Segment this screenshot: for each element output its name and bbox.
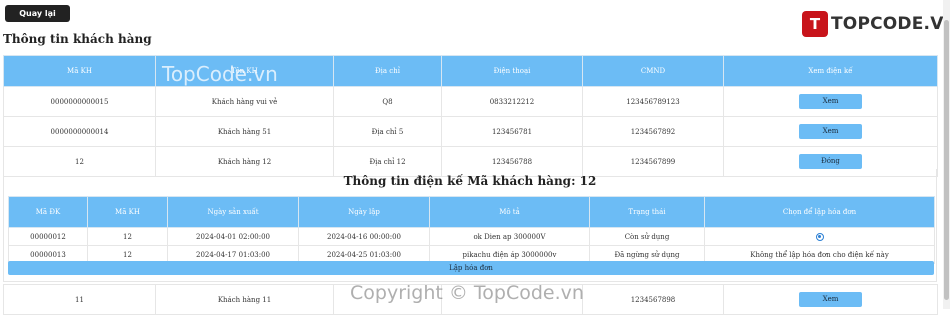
cell-customer-id: 0000000000014: [3, 116, 156, 147]
cell-meter-id: 00000012: [8, 227, 88, 246]
cell-address: [333, 284, 442, 315]
column-header-select-invoice: Chọn để lập hóa đơn: [704, 196, 935, 228]
meter-info-section: Thông tin điện kế Mã khách hàng: 12 Mã Đ…: [3, 169, 937, 282]
logo-text: TOPCODE.VN: [831, 14, 950, 34]
topcode-logo: T TOPCODE.VN: [802, 10, 950, 38]
cell-customer-id: 0000000000015: [3, 86, 156, 117]
view-meter-button[interactable]: Xem: [799, 94, 862, 109]
vertical-scrollbar[interactable]: [943, 0, 950, 309]
column-header-view-meter: Xem điện kế: [723, 55, 938, 87]
view-meter-button[interactable]: Xem: [799, 124, 862, 139]
cell-action: Xem: [723, 284, 938, 315]
table-row: 11 Khách hàng 11 1234567898 Xem: [3, 284, 938, 315]
customer-table-continued: 11 Khách hàng 11 1234567898 Xem: [3, 284, 938, 315]
view-meter-button[interactable]: Xem: [799, 292, 862, 307]
column-header-production-date: Ngày sản xuất: [167, 196, 299, 228]
cell-select: [704, 227, 935, 246]
meter-section-title: Thông tin điện kế Mã khách hàng: 12: [343, 174, 597, 188]
column-header-cmnd: CMND: [582, 55, 724, 87]
create-invoice-button[interactable]: Lập hóa đơn: [8, 261, 934, 275]
cell-cmnd: 1234567892: [582, 116, 724, 147]
table-row: 0000000000015 Khách hàng vui vẻ Q8 08332…: [3, 86, 938, 117]
scrollbar-thumb[interactable]: [944, 20, 949, 300]
customer-table: Mã KH Tên KH Địa chỉ Điện thoại CMND Xem…: [3, 55, 938, 177]
table-row: 0000000000014 Khách hàng 51 Địa chỉ 5 12…: [3, 116, 938, 147]
column-header-customer-id: Mã KH: [87, 196, 168, 228]
cell-customer-name: Khách hàng 51: [155, 116, 334, 147]
cell-cmnd: 1234567898: [582, 284, 724, 315]
select-meter-radio[interactable]: [815, 232, 824, 241]
meter-table: Mã ĐK Mã KH Ngày sản xuất Ngày lập Mô tả…: [8, 196, 935, 264]
customer-table-header: Mã KH Tên KH Địa chỉ Điện thoại CMND Xem…: [3, 55, 938, 87]
cell-customer-id: 12: [87, 227, 168, 246]
column-header-customer-id: Mã KH: [3, 55, 156, 87]
cell-action: Xem: [723, 86, 938, 117]
back-button[interactable]: Quay lại: [5, 5, 70, 22]
table-row: 00000012 12 2024-04-01 02:00:00 2024-04-…: [8, 227, 935, 246]
column-header-status: Trạng thái: [589, 196, 705, 228]
cell-address: Q8: [333, 86, 442, 117]
column-header-description: Mô tả: [429, 196, 590, 228]
cell-customer-name: Khách hàng vui vẻ: [155, 86, 334, 117]
cell-customer-id: 11: [3, 284, 156, 315]
column-header-customer-name: Tên KH: [155, 55, 334, 87]
cell-phone: 0833212212: [441, 86, 583, 117]
column-header-address: Địa chỉ: [333, 55, 442, 87]
cell-cmnd: 123456789123: [582, 86, 724, 117]
column-header-meter-id: Mã ĐK: [8, 196, 88, 228]
column-header-created-date: Ngày lập: [298, 196, 430, 228]
cell-production-date: 2024-04-01 02:00:00: [167, 227, 299, 246]
cell-action: Xem: [723, 116, 938, 147]
meter-table-header: Mã ĐK Mã KH Ngày sản xuất Ngày lập Mô tả…: [8, 196, 935, 228]
logo-mark-icon: T: [802, 11, 828, 37]
cell-customer-name: Khách hàng 11: [155, 284, 334, 315]
column-header-phone: Điện thoại: [441, 55, 583, 87]
cell-address: Địa chỉ 5: [333, 116, 442, 147]
cell-status: Còn sử dụng: [589, 227, 705, 246]
close-meter-button[interactable]: Đóng: [799, 154, 862, 169]
page-title: Thông tin khách hàng: [3, 32, 152, 46]
cell-created-date: 2024-04-16 00:00:00: [298, 227, 430, 246]
cell-description: ok Dien ap 300000V: [429, 227, 590, 246]
cell-phone: 123456781: [441, 116, 583, 147]
cell-phone: [441, 284, 583, 315]
